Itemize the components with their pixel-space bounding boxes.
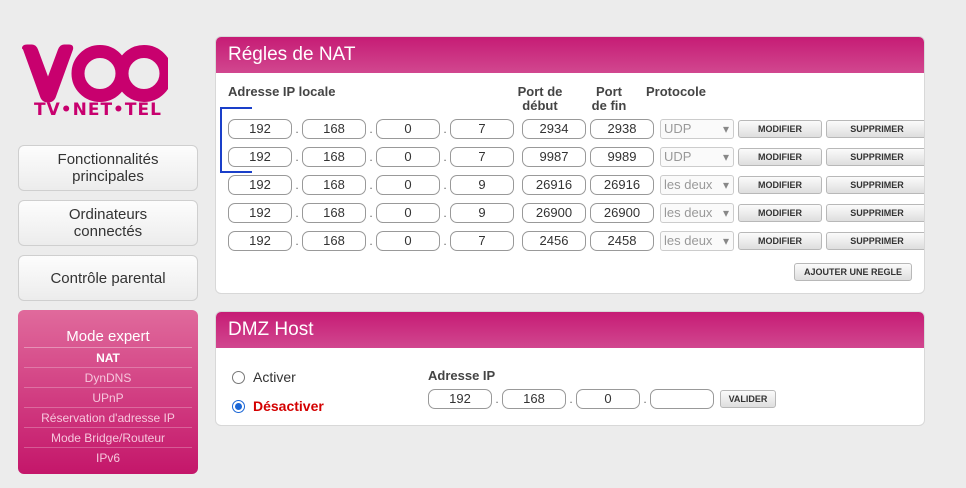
expert-item-upnp[interactable]: UPnP: [24, 388, 192, 408]
sidebar-item-connected-computers[interactable]: Ordinateurs connectés: [18, 200, 198, 246]
validate-button[interactable]: VALIDER: [720, 390, 776, 408]
ip-octet-3[interactable]: 0: [376, 119, 440, 139]
delete-button[interactable]: SUPPRIMER: [826, 176, 924, 194]
ip-octet-2[interactable]: 168: [302, 203, 366, 223]
ip-octet-4[interactable]: 7: [450, 147, 514, 167]
dmz-host-panel: DMZ Host Activer Désactiver Adresse IP 1…: [215, 311, 925, 426]
dmz-deactivate-option[interactable]: Désactiver: [232, 398, 324, 414]
ip-octet-3[interactable]: 0: [376, 203, 440, 223]
ip-octet-2[interactable]: 168: [302, 147, 366, 167]
ip-octet-1[interactable]: 192: [228, 147, 292, 167]
ip-octet-4[interactable]: 7: [450, 231, 514, 251]
header-local-ip: Adresse IP locale: [228, 84, 336, 99]
expert-item-ip-reservation[interactable]: Réservation d'adresse IP: [24, 408, 192, 428]
logo-tagline: TV•NET•TEL: [34, 100, 162, 120]
port-start-field[interactable]: 2456: [522, 231, 586, 251]
activate-radio[interactable]: [232, 370, 245, 384]
modify-button[interactable]: MODIFIER: [738, 176, 822, 194]
expert-mode-panel: Mode expert NAT DynDNS UPnP Réservation …: [18, 310, 198, 474]
sidebar-item-parental-control[interactable]: Contrôle parental: [18, 255, 198, 301]
delete-button[interactable]: SUPPRIMER: [826, 204, 924, 222]
sidebar-item-main-features[interactable]: Fonctionnalités principales: [18, 145, 198, 191]
delete-button[interactable]: SUPPRIMER: [826, 232, 924, 250]
delete-button[interactable]: SUPPRIMER: [826, 148, 924, 166]
ip-octet-2[interactable]: 168: [302, 231, 366, 251]
expert-item-dyndns[interactable]: DynDNS: [24, 368, 192, 388]
dmz-panel-title: DMZ Host: [216, 312, 924, 348]
nat-rules-panel: Régles de NAT Adresse IP locale Port de d…: [215, 36, 925, 294]
ip-octet-3[interactable]: 0: [376, 147, 440, 167]
dmz-ip-octet-3[interactable]: 0: [576, 389, 640, 409]
ip-octet-2[interactable]: 168: [302, 175, 366, 195]
ip-octet-1[interactable]: 192: [228, 175, 292, 195]
protocol-select[interactable]: les deux: [660, 175, 734, 195]
modify-button[interactable]: MODIFIER: [738, 204, 822, 222]
modify-button[interactable]: MODIFIER: [738, 120, 822, 138]
protocol-select[interactable]: les deux: [660, 203, 734, 223]
dmz-ip-label: Adresse IP: [428, 368, 496, 383]
nat-rule-row: 192.168.0.729342938UDPMODIFIERSUPPRIMER: [228, 118, 924, 140]
expert-item-bridge-router[interactable]: Mode Bridge/Routeur: [24, 428, 192, 448]
header-port-end: Port de fin: [591, 84, 627, 113]
deactivate-radio[interactable]: [232, 399, 245, 413]
nat-rule-row: 192.168.0.92691626916les deuxMODIFIERSUP…: [228, 174, 924, 196]
modify-button[interactable]: MODIFIER: [738, 148, 822, 166]
expert-item-ipv6[interactable]: IPv6: [24, 448, 192, 468]
port-end-field[interactable]: 9989: [590, 147, 654, 167]
ip-octet-2[interactable]: 168: [302, 119, 366, 139]
port-end-field[interactable]: 2938: [590, 119, 654, 139]
port-start-field[interactable]: 2934: [522, 119, 586, 139]
dmz-ip-octet-2[interactable]: 168: [502, 389, 566, 409]
nat-rule-row: 192.168.0.92690026900les deuxMODIFIERSUP…: [228, 202, 924, 224]
nat-rule-row: 192.168.0.724562458les deuxMODIFIERSUPPR…: [228, 230, 924, 252]
protocol-select[interactable]: UDP: [660, 147, 734, 167]
expert-item-nat[interactable]: NAT: [24, 348, 192, 368]
ip-octet-1[interactable]: 192: [228, 231, 292, 251]
dmz-ip-fields: 192. 168. 0. VALIDER: [428, 388, 776, 410]
nat-panel-title: Régles de NAT: [216, 37, 924, 73]
dmz-ip-octet-1[interactable]: 192: [428, 389, 492, 409]
port-start-field[interactable]: 9987: [522, 147, 586, 167]
header-protocol: Protocole: [646, 84, 706, 99]
add-rule-button[interactable]: AJOUTER UNE REGLE: [794, 263, 912, 281]
ip-octet-3[interactable]: 0: [376, 231, 440, 251]
port-end-field[interactable]: 26900: [590, 203, 654, 223]
port-start-field[interactable]: 26900: [522, 203, 586, 223]
header-port-start: Port de début: [517, 84, 563, 113]
protocol-select[interactable]: les deux: [660, 231, 734, 251]
dmz-activate-option[interactable]: Activer: [232, 369, 296, 385]
ip-octet-3[interactable]: 0: [376, 175, 440, 195]
port-start-field[interactable]: 26916: [522, 175, 586, 195]
ip-octet-1[interactable]: 192: [228, 203, 292, 223]
port-end-field[interactable]: 26916: [590, 175, 654, 195]
expert-mode-title: Mode expert: [24, 328, 192, 348]
port-end-field[interactable]: 2458: [590, 231, 654, 251]
ip-octet-1[interactable]: 192: [228, 119, 292, 139]
modify-button[interactable]: MODIFIER: [738, 232, 822, 250]
ip-octet-4[interactable]: 9: [450, 203, 514, 223]
ip-octet-4[interactable]: 9: [450, 175, 514, 195]
ip-octet-4[interactable]: 7: [450, 119, 514, 139]
nat-rule-row: 192.168.0.799879989UDPMODIFIERSUPPRIMER: [228, 146, 924, 168]
delete-button[interactable]: SUPPRIMER: [826, 120, 924, 138]
protocol-select[interactable]: UDP: [660, 119, 734, 139]
dmz-ip-octet-4[interactable]: [650, 389, 714, 409]
